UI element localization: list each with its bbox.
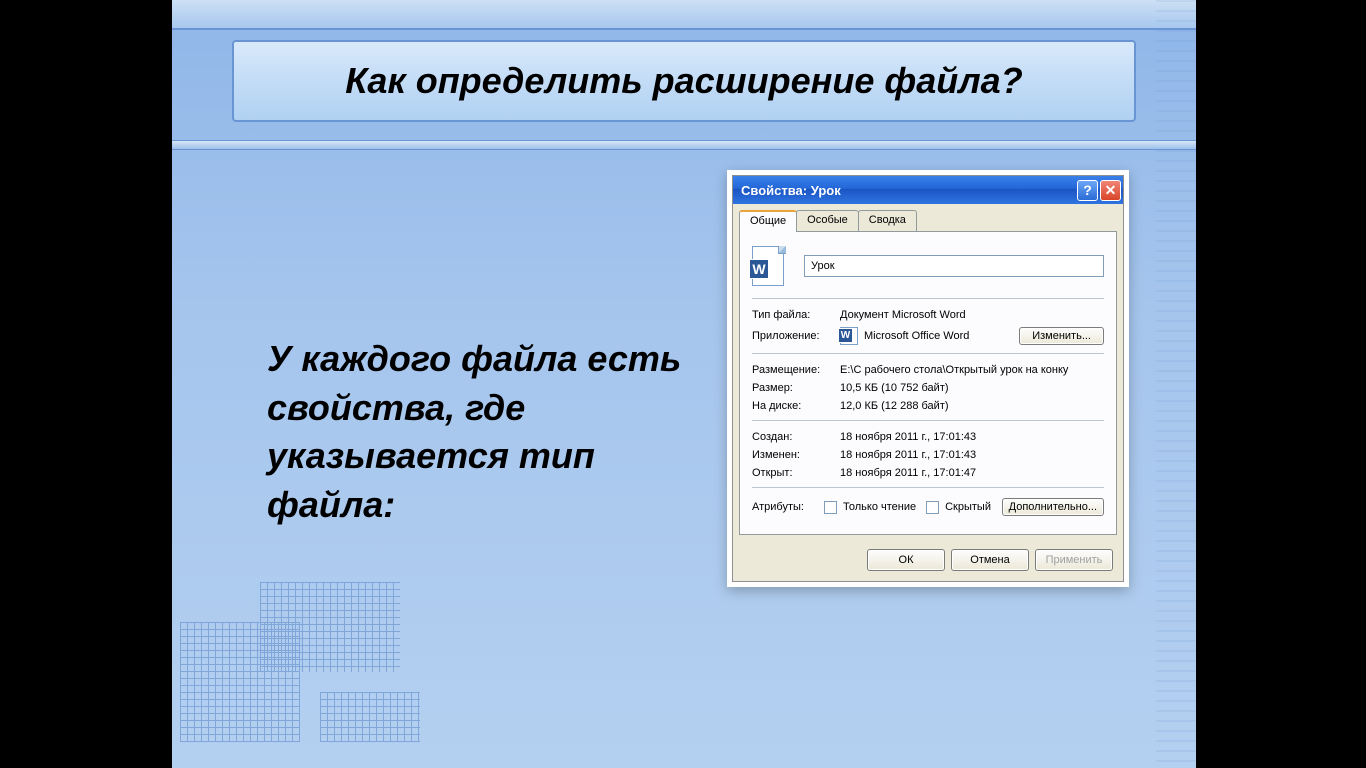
change-application-button[interactable]: Изменить... bbox=[1019, 327, 1104, 345]
advanced-attributes-button[interactable]: Дополнительно... bbox=[1002, 498, 1104, 516]
label-size-on-disk: На диске: bbox=[752, 400, 840, 412]
dialog-title: Свойства: Урок bbox=[741, 183, 1075, 198]
checkbox-hidden[interactable] bbox=[926, 501, 939, 514]
value-application: Microsoft Office Word bbox=[864, 330, 1019, 342]
label-readonly: Только чтение bbox=[843, 501, 916, 513]
close-icon: ✕ bbox=[1105, 182, 1117, 199]
decorative-top-bar bbox=[172, 0, 1196, 30]
presentation-slide: Как определить расширение файла? У каждо… bbox=[172, 0, 1196, 768]
tab-panel-general: W Тип файла: Документ Microsoft Word При… bbox=[739, 231, 1117, 535]
apply-button[interactable]: Применить bbox=[1035, 549, 1113, 571]
label-attributes: Атрибуты: bbox=[752, 501, 818, 513]
value-size-on-disk: 12,0 КБ (12 288 байт) bbox=[840, 400, 1104, 412]
dialog-titlebar[interactable]: Свойства: Урок ? ✕ bbox=[733, 176, 1123, 204]
dialog-button-row: ОК Отмена Применить bbox=[733, 541, 1123, 581]
label-created: Создан: bbox=[752, 431, 840, 443]
value-created: 18 ноября 2011 г., 17:01:43 bbox=[840, 431, 1104, 443]
label-location: Размещение: bbox=[752, 364, 840, 376]
slide-body-text: У каждого файла есть свойства, где указы… bbox=[267, 335, 727, 529]
label-modified: Изменен: bbox=[752, 449, 840, 461]
checkbox-readonly[interactable] bbox=[824, 501, 837, 514]
value-modified: 18 ноября 2011 г., 17:01:43 bbox=[840, 449, 1104, 461]
value-file-type: Документ Microsoft Word bbox=[840, 309, 1104, 321]
value-accessed: 18 ноября 2011 г., 17:01:47 bbox=[840, 467, 1104, 479]
properties-dialog-wrapper: Свойства: Урок ? ✕ Общие Особые Сводка W bbox=[727, 170, 1129, 587]
decorative-horizontal-rule bbox=[172, 140, 1196, 150]
tab-summary[interactable]: Сводка bbox=[858, 210, 917, 231]
separator bbox=[752, 353, 1104, 354]
label-file-type: Тип файла: bbox=[752, 309, 840, 321]
separator bbox=[752, 420, 1104, 421]
label-accessed: Открыт: bbox=[752, 467, 840, 479]
tab-general[interactable]: Общие bbox=[739, 210, 797, 232]
slide-title-banner: Как определить расширение файла? bbox=[232, 40, 1136, 122]
label-size: Размер: bbox=[752, 382, 840, 394]
word-app-icon: W bbox=[840, 327, 858, 345]
decorative-grid-pattern bbox=[180, 582, 430, 752]
word-document-icon: W bbox=[752, 246, 786, 286]
value-size: 10,5 КБ (10 752 байт) bbox=[840, 382, 1104, 394]
decorative-right-strip bbox=[1156, 0, 1196, 768]
separator bbox=[752, 487, 1104, 488]
separator bbox=[752, 298, 1104, 299]
tab-strip: Общие Особые Сводка bbox=[733, 204, 1123, 231]
titlebar-close-button[interactable]: ✕ bbox=[1100, 180, 1121, 201]
tab-custom[interactable]: Особые bbox=[796, 210, 859, 231]
value-location: E:\С рабочего стола\Открытый урок на кон… bbox=[840, 364, 1104, 376]
label-hidden: Скрытый bbox=[945, 501, 991, 513]
slide-title: Как определить расширение файла? bbox=[345, 60, 1022, 102]
ok-button[interactable]: ОК bbox=[867, 549, 945, 571]
properties-dialog: Свойства: Урок ? ✕ Общие Особые Сводка W bbox=[732, 175, 1124, 582]
titlebar-help-button[interactable]: ? bbox=[1077, 180, 1098, 201]
filename-input[interactable] bbox=[804, 255, 1104, 277]
label-application: Приложение: bbox=[752, 330, 840, 342]
cancel-button[interactable]: Отмена bbox=[951, 549, 1029, 571]
